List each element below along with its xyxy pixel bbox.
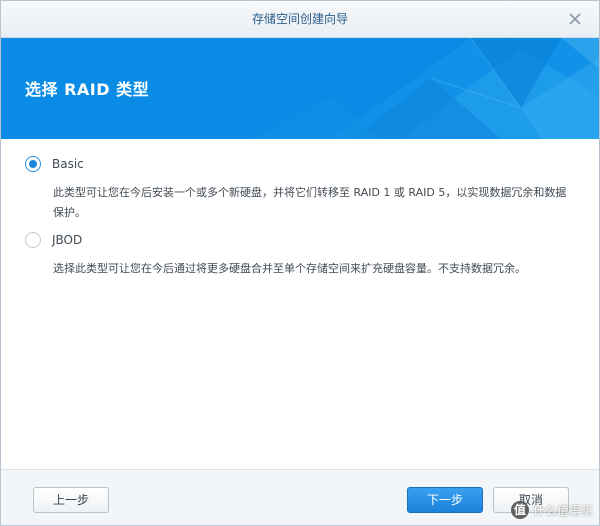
footer-bar: 上一步 下一步 取消: [1, 469, 599, 525]
title-bar: 存储空间创建向导: [1, 1, 599, 38]
window-title: 存储空间创建向导: [251, 12, 348, 26]
back-button[interactable]: 上一步: [33, 487, 109, 513]
option-description-jbod: 选择此类型可让您在今后通过将更多硬盘合并至单个存储空间来扩充硬盘容量。不支持数据…: [53, 262, 526, 275]
option-basic[interactable]: Basic: [25, 156, 84, 172]
option-description-basic: 此类型可让您在今后安装一个或多个新硬盘，并将它们转移至 RAID 1 或 RAI…: [53, 186, 567, 219]
watermark-text: 什么值得买: [532, 503, 593, 518]
options-panel: Basic 此类型可让您在今后安装一个或多个新硬盘，并将它们转移至 RAID 1…: [1, 139, 599, 469]
radio-unchecked-icon[interactable]: [25, 232, 41, 248]
watermark-badge: 值: [510, 501, 529, 519]
wizard-window: 存储空间创建向导 选择 RAID 类型 Basic 此类型可让您在今后安装一个或…: [0, 0, 600, 526]
site-watermark: 值 什么值得买: [510, 501, 593, 519]
radio-checked-icon[interactable]: [25, 156, 41, 172]
next-button[interactable]: 下一步: [407, 487, 483, 513]
option-label-basic: Basic: [52, 157, 84, 171]
header-banner: 选择 RAID 类型: [1, 38, 599, 139]
option-jbod[interactable]: JBOD: [25, 232, 82, 248]
close-icon: [569, 13, 581, 25]
close-button[interactable]: [565, 9, 585, 29]
option-label-jbod: JBOD: [52, 233, 83, 247]
banner-title: 选择 RAID 类型: [25, 80, 150, 99]
